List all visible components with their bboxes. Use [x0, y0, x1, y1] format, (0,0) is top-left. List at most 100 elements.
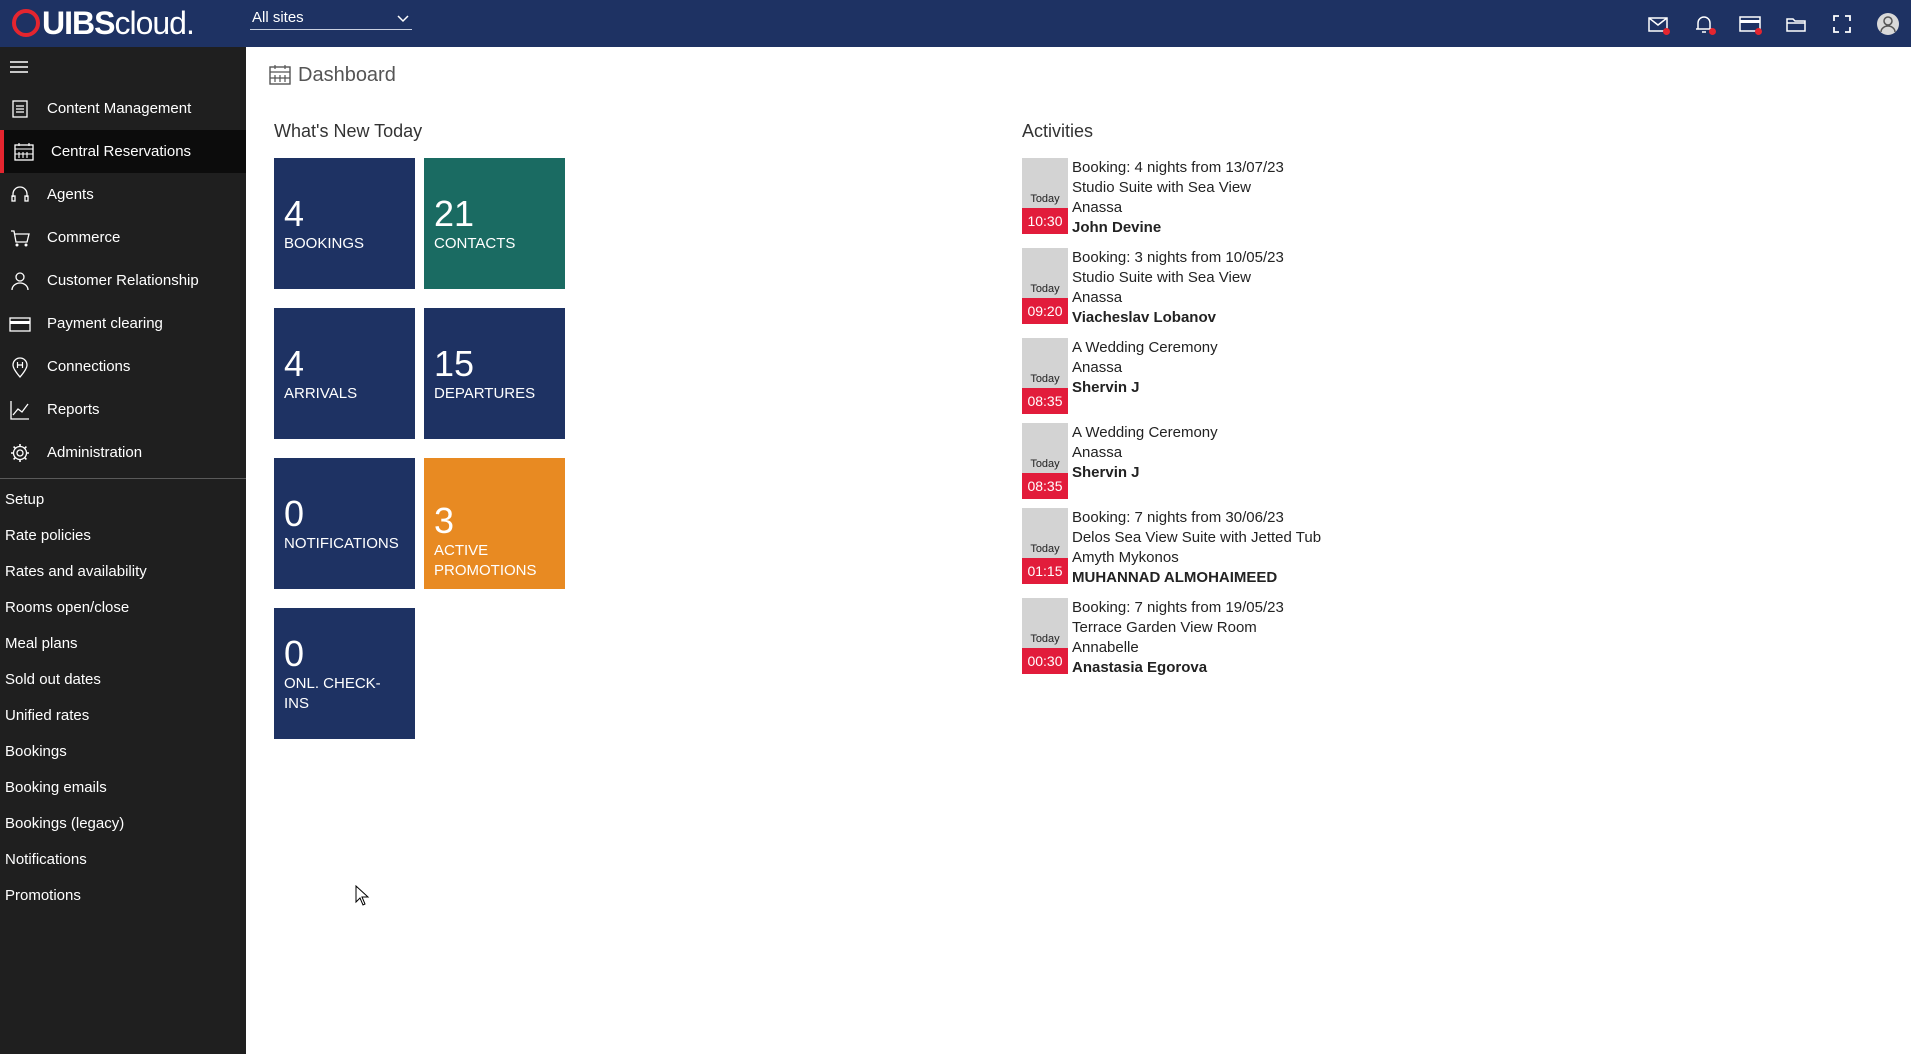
chart-icon	[8, 398, 32, 422]
submenu-item-unified-rates[interactable]: Unified rates	[0, 697, 246, 733]
activity-line: Delos Sea View Suite with Jetted Tub	[1072, 529, 1322, 546]
fullscreen-icon	[1833, 14, 1851, 33]
activity-time: 08:35	[1022, 473, 1068, 499]
activity-date: Today 08:35	[1022, 423, 1068, 499]
activity-item[interactable]: Today 08:35 A Wedding Ceremony Anassa Sh…	[1022, 338, 1218, 414]
submenu-item-sold-out-dates[interactable]: Sold out dates	[0, 661, 246, 697]
hotel-pin-icon	[8, 355, 32, 379]
activity-details: Booking: 7 nights from 30/06/23 Delos Se…	[1072, 508, 1321, 588]
activity-line: Booking: 7 nights from 30/06/23	[1072, 509, 1284, 526]
activity-line: Studio Suite with Sea View	[1072, 179, 1251, 196]
activity-time: 08:35	[1022, 388, 1068, 414]
submenu-item-bookings-legacy[interactable]: Bookings (legacy)	[0, 805, 246, 841]
tile-active-promotions[interactable]: 3 ACTIVE PROMOTIONS	[424, 458, 565, 589]
hamburger-icon	[10, 61, 28, 73]
activity-day: Today	[1022, 158, 1068, 208]
fullscreen-button[interactable]	[1819, 0, 1865, 47]
submenu-item-bookings[interactable]: Bookings	[0, 733, 246, 769]
chevron-down-icon	[397, 14, 409, 22]
activity-day: Today	[1022, 338, 1068, 388]
logo-text-bold: UIBS	[42, 4, 115, 41]
activity-line: Booking: 3 nights from 10/05/23	[1072, 249, 1284, 266]
sidebar-item-connections[interactable]: Connections	[0, 345, 246, 388]
activity-details: Booking: 4 nights from 13/07/23 Studio S…	[1072, 158, 1284, 238]
tile-label: DEPARTURES	[434, 384, 536, 402]
submenu-item-meal-plans[interactable]: Meal plans	[0, 625, 246, 661]
activity-line: Annabelle	[1072, 639, 1139, 656]
submenu-item-rates-availability[interactable]: Rates and availability	[0, 553, 246, 589]
tile-arrivals[interactable]: 4 ARRIVALS	[274, 308, 415, 439]
card-icon	[8, 312, 32, 336]
sidebar-item-label: Customer Relationship	[47, 272, 199, 289]
tile-online-checkins[interactable]: 0 ONL. CHECK-INS	[274, 608, 415, 739]
calendar-icon	[269, 65, 291, 85]
app-logo[interactable]: UIBS cloud.	[12, 4, 195, 42]
activity-guest-name: Shervin J	[1072, 464, 1140, 481]
calendar-icon	[12, 140, 36, 164]
activity-line: A Wedding Ceremony	[1072, 424, 1218, 441]
activity-date: Today 10:30	[1022, 158, 1068, 234]
files-button[interactable]	[1773, 0, 1819, 47]
tile-bookings[interactable]: 4 BOOKINGS	[274, 158, 415, 289]
tile-value: 4	[284, 342, 305, 384]
site-select-value: All sites	[252, 9, 304, 26]
logo-ring-icon	[12, 9, 40, 37]
activity-details: Booking: 7 nights from 19/05/23 Terrace …	[1072, 598, 1284, 678]
submenu-item-setup[interactable]: Setup	[0, 481, 246, 517]
submenu-item-notifications[interactable]: Notifications	[0, 841, 246, 877]
activity-line: Amyth Mykonos	[1072, 549, 1179, 566]
user-menu-button[interactable]	[1865, 0, 1911, 47]
activity-time: 10:30	[1022, 208, 1068, 234]
activity-date: Today 00:30	[1022, 598, 1068, 674]
sidebar-item-agents[interactable]: Agents	[0, 173, 246, 216]
activity-item[interactable]: Today 09:20 Booking: 3 nights from 10/05…	[1022, 248, 1284, 328]
tile-contacts[interactable]: 21 CONTACTS	[424, 158, 565, 289]
sidebar-item-customer-relationship[interactable]: Customer Relationship	[0, 259, 246, 302]
submenu-item-rate-policies[interactable]: Rate policies	[0, 517, 246, 553]
page-title: Dashboard	[268, 63, 396, 87]
tile-value: 4	[284, 192, 305, 234]
sidebar-item-content-management[interactable]: Content Management	[0, 87, 246, 130]
activity-details: Booking: 3 nights from 10/05/23 Studio S…	[1072, 248, 1284, 328]
person-icon	[8, 269, 32, 293]
logo-text-light: cloud.	[114, 4, 194, 41]
submenu-item-rooms-open-close[interactable]: Rooms open/close	[0, 589, 246, 625]
submenu-item-promotions[interactable]: Promotions	[0, 877, 246, 913]
gear-icon	[8, 441, 32, 465]
activity-guest-name: John Devine	[1072, 219, 1162, 236]
sidebar-item-label: Payment clearing	[47, 315, 163, 332]
activities-heading: Activities	[1022, 121, 1094, 141]
sidebar-item-reports[interactable]: Reports	[0, 388, 246, 431]
sidebar-item-label: Connections	[47, 358, 131, 375]
sidebar-item-administration[interactable]: Administration	[0, 431, 246, 474]
sidebar-item-label: Administration	[47, 444, 143, 461]
tile-label: CONTACTS	[434, 234, 516, 252]
tile-notifications[interactable]: 0 NOTIFICATIONS	[274, 458, 415, 589]
sidebar-item-label: Commerce	[47, 229, 121, 246]
sidebar-item-payment-clearing[interactable]: Payment clearing	[0, 302, 246, 345]
activity-line: Anassa	[1072, 359, 1123, 376]
notifications-button[interactable]	[1681, 0, 1727, 47]
sidebar-item-commerce[interactable]: Commerce	[0, 216, 246, 259]
sidebar-item-label: Agents	[47, 186, 94, 203]
page-title-text: Dashboard	[298, 63, 396, 86]
tile-value: 3	[434, 500, 455, 541]
activity-details: A Wedding Ceremony Anassa Shervin J	[1072, 423, 1218, 499]
activity-item[interactable]: Today 00:30 Booking: 7 nights from 19/05…	[1022, 598, 1284, 678]
submenu-item-booking-emails[interactable]: Booking emails	[0, 769, 246, 805]
tile-value: 21	[434, 192, 475, 234]
sidebar-item-central-reservations[interactable]: Central Reservations	[0, 130, 246, 173]
activity-item[interactable]: Today 10:30 Booking: 4 nights from 13/07…	[1022, 158, 1284, 238]
payments-button[interactable]	[1727, 0, 1773, 47]
activity-line: Anassa	[1072, 444, 1123, 461]
menu-toggle-button[interactable]	[0, 47, 246, 87]
tile-departures[interactable]: 15 DEPARTURES	[424, 308, 565, 439]
activity-item[interactable]: Today 08:35 A Wedding Ceremony Anassa Sh…	[1022, 423, 1218, 499]
mail-button[interactable]	[1635, 0, 1681, 47]
tile-label: NOTIFICATIONS	[284, 534, 399, 552]
sidebar-divider	[0, 478, 246, 479]
activity-item[interactable]: Today 01:15 Booking: 7 nights from 30/06…	[1022, 508, 1321, 588]
sidebar-item-label: Central Reservations	[51, 143, 192, 160]
tile-value: 0	[284, 632, 305, 674]
site-select[interactable]: All sites	[250, 6, 412, 30]
